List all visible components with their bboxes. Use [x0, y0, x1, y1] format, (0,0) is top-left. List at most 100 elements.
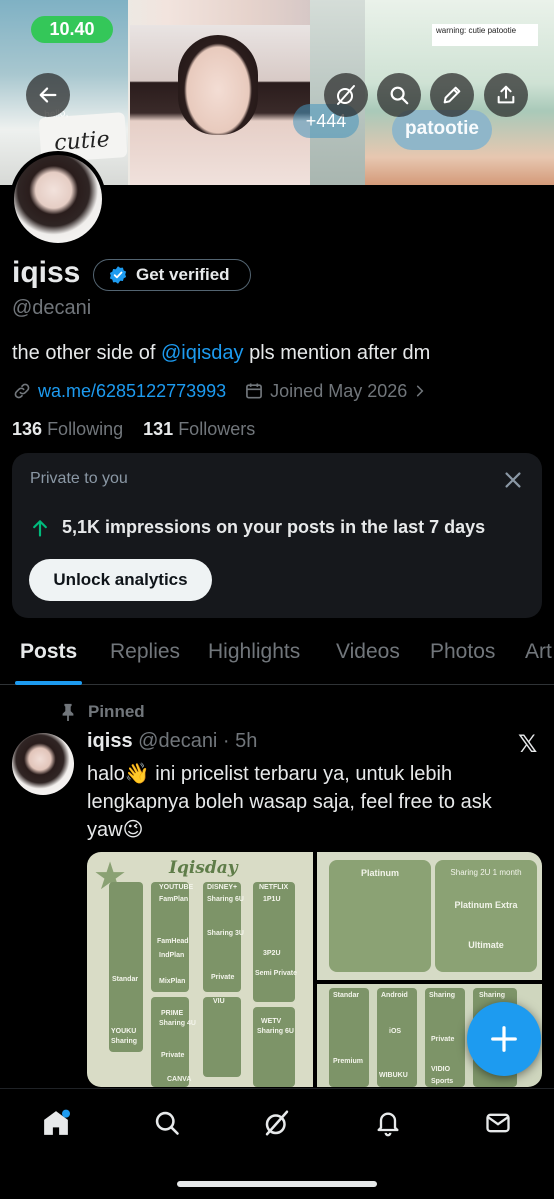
- get-verified-label: Get verified: [136, 265, 230, 284]
- search-icon: [155, 1111, 179, 1135]
- tab-art[interactable]: Art: [525, 640, 554, 664]
- profile-bio: the other side of @iqisday pls mention a…: [12, 342, 430, 365]
- grok-button[interactable]: [324, 73, 368, 117]
- profile-handle: @decani: [12, 297, 92, 319]
- nav-search[interactable]: [147, 1103, 187, 1143]
- tab-replies[interactable]: Replies: [110, 640, 180, 664]
- image1-label-3p2u: 3P2U: [263, 950, 281, 957]
- compose-post-button[interactable]: [467, 1002, 541, 1076]
- image1-label-wetv: WETV: [261, 1018, 282, 1025]
- image1-label-netflix: NETFLIX: [259, 884, 289, 891]
- image2-panel-right: Sharing 2U 1 month Platinum Extra Ultima…: [435, 860, 537, 972]
- analytics-card: Private to you 5,1K impressions on your …: [12, 453, 542, 618]
- image1-label-canva: CANVA: [167, 1076, 192, 1083]
- image1-title: Iqisday: [169, 858, 238, 878]
- post-handle-time: @decani · 5h: [138, 730, 258, 752]
- image1-label-famplan: FamPlan: [159, 896, 189, 903]
- private-label: Private to you: [30, 470, 128, 487]
- image1-label-prime: PRIME: [161, 1010, 184, 1017]
- nav-grok[interactable]: [257, 1103, 297, 1143]
- tab-posts[interactable]: Posts: [20, 640, 77, 664]
- image1-label-sharing6u: Sharing 6U: [207, 896, 244, 903]
- calendar-icon: [246, 383, 263, 399]
- grok-icon: [337, 85, 355, 105]
- back-icon: [39, 87, 57, 103]
- close-card-button[interactable]: [502, 469, 524, 496]
- nav-home[interactable]: [36, 1103, 76, 1143]
- back-button[interactable]: [26, 73, 70, 117]
- image1-label-indplan: IndPlan: [159, 952, 185, 959]
- bio-mention-link[interactable]: @iqisday: [161, 342, 244, 364]
- bio-suffix: pls mention after dm: [243, 342, 431, 364]
- image2-panel-left: Platinum: [329, 860, 431, 972]
- image3-label-standar: Standar: [333, 992, 360, 999]
- image3-label-sharing: Sharing: [429, 992, 456, 999]
- grok-icon: [265, 1110, 289, 1136]
- banner-warning-label: warning: cutie patootie: [432, 24, 538, 46]
- arrow-up-icon: [33, 519, 47, 537]
- image1-label-semi-private: Semi Private: [255, 970, 298, 977]
- image3-label-android: Android: [381, 992, 408, 999]
- pinned-label: Pinned: [88, 702, 145, 721]
- search-button[interactable]: [377, 73, 421, 117]
- tab-photos[interactable]: Photos: [430, 640, 495, 664]
- image1-label-private-2: Private: [161, 1052, 185, 1059]
- pricelist-image-2[interactable]: Platinum Sharing 2U 1 month Platinum Ext…: [317, 852, 542, 980]
- image2-label-platinum: Platinum: [360, 868, 399, 878]
- bio-prefix: the other side of: [12, 342, 161, 364]
- image1-label-youtube: YOUTUBE: [159, 884, 194, 891]
- banner-patootie: patootie: [392, 110, 492, 150]
- home-indicator[interactable]: [177, 1181, 377, 1187]
- tab-videos[interactable]: Videos: [336, 640, 400, 664]
- image2-label-platinum-extra: Platinum Extra: [454, 900, 518, 910]
- impressions-row: 5,1K impressions on your posts in the la…: [30, 517, 485, 538]
- profile-avatar[interactable]: [10, 151, 106, 247]
- unlock-analytics-button[interactable]: Unlock analytics: [29, 559, 212, 601]
- image3-label-vidio: VIDIO: [431, 1066, 451, 1073]
- link-icon: [14, 383, 30, 399]
- avatar-image: [14, 155, 102, 243]
- tab-highlights[interactable]: Highlights: [208, 640, 300, 664]
- image1-label-private: Private: [211, 974, 235, 981]
- post-author-avatar[interactable]: [12, 733, 74, 795]
- profile-link[interactable]: wa.me/6285122773993: [38, 381, 226, 402]
- get-verified-button[interactable]: Get verified: [93, 259, 251, 291]
- followers-link[interactable]: 131 Followers: [143, 419, 255, 439]
- post-author-name[interactable]: iqiss: [87, 730, 133, 752]
- pin-icon: [62, 703, 74, 721]
- pricelist-image-1[interactable]: ★ Iqisday YOUTUBE DISNEY+ NETFLIX FamPla…: [87, 852, 313, 1087]
- banner-patootie-text: patootie: [405, 118, 479, 139]
- image1-label-sharing3u: Sharing 3U: [207, 930, 244, 937]
- image2-label-sharing2u: Sharing 2U 1 month: [450, 868, 522, 877]
- profile-tabs: Posts Replies Highlights Videos Photos A…: [0, 625, 554, 685]
- image3-label-sports: Sports: [431, 1078, 454, 1085]
- profile-meta: wa.me/6285122773993 Joined May 2026: [12, 378, 427, 404]
- image1-label-sharing4u: Sharing 4U: [159, 1020, 196, 1027]
- image3-label-premium: Premium: [333, 1058, 363, 1065]
- following-link[interactable]: 136 Following: [12, 419, 123, 439]
- image1-label-viu: VIU: [213, 998, 225, 1005]
- nav-notifications[interactable]: [368, 1103, 408, 1143]
- x-logo-icon: 𝕏: [518, 731, 538, 758]
- edit-button[interactable]: [430, 73, 474, 117]
- share-button[interactable]: [484, 73, 528, 117]
- image1-label-1p1u: 1P1U: [263, 896, 281, 903]
- post-header: iqiss @decani · 5h: [87, 730, 257, 753]
- follow-stats: 136 Following 131 Followers: [12, 419, 255, 440]
- chevron-right-icon[interactable]: [413, 384, 427, 398]
- nav-messages[interactable]: [478, 1103, 518, 1143]
- notifications-icon: [377, 1112, 399, 1137]
- image1-label-sharing6u-2: Sharing 6U: [257, 1028, 294, 1035]
- image3-label-sharing-2: Sharing: [479, 992, 506, 999]
- followers-label: Followers: [178, 419, 256, 439]
- image1-label-sharing: Sharing: [111, 1038, 138, 1045]
- banner-face: [178, 35, 258, 135]
- joined-date: Joined May 2026: [270, 380, 408, 401]
- active-tab-indicator: [15, 681, 82, 685]
- image1-label-standar: Standar: [112, 976, 139, 983]
- image1-label-youku: YOUKU: [111, 1028, 137, 1035]
- share-icon: [497, 85, 515, 104]
- image1-label-mixplan: MixPlan: [159, 978, 186, 985]
- close-icon: [505, 472, 521, 488]
- image3-label-ios: iOS: [389, 1028, 402, 1035]
